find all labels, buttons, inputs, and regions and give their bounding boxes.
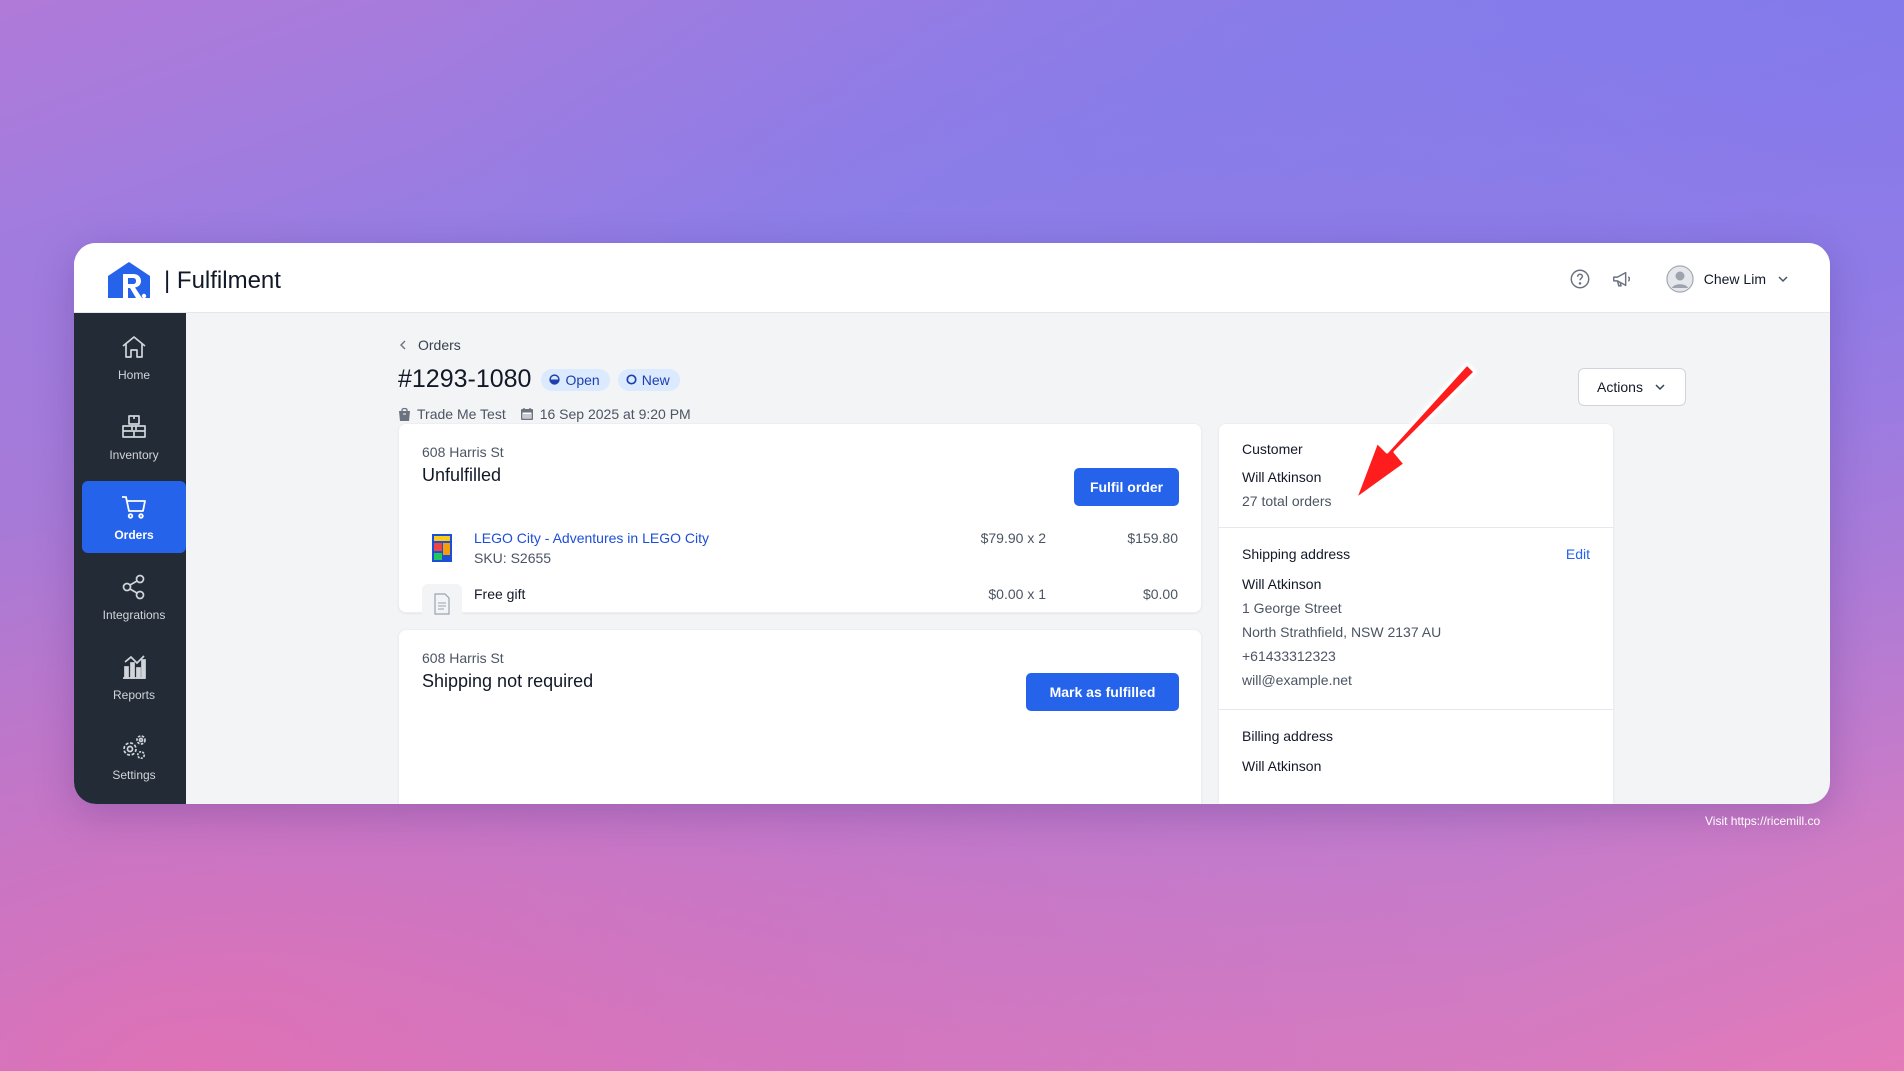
store-info: Trade Me Test xyxy=(398,406,506,422)
share-icon xyxy=(122,574,145,600)
sidebar-item-inventory[interactable]: Inventory xyxy=(82,401,186,473)
fulfil-order-button[interactable]: Fulfil order xyxy=(1074,468,1179,506)
shipping-name: Will Atkinson xyxy=(1242,576,1322,592)
avatar xyxy=(1665,265,1694,293)
section-title: Customer xyxy=(1242,441,1303,457)
customer-name[interactable]: Will Atkinson xyxy=(1242,469,1321,485)
shopping-bag-icon xyxy=(399,407,410,421)
sidebar-item-reports[interactable]: Reports xyxy=(82,641,186,713)
location-label: 608 Harris St xyxy=(422,650,504,666)
fulfilment-status: Unfulfilled xyxy=(422,465,502,485)
product-link[interactable]: LEGO City - Adventures in LEGO City xyxy=(474,530,709,546)
document-icon xyxy=(434,593,450,615)
status-badge-open: Open xyxy=(541,368,610,391)
chevron-down-icon xyxy=(1778,276,1788,283)
fulfilment-card-unfulfilled: 608 Harris St Unfulfilled Fulfil order L… xyxy=(398,423,1202,624)
status-badge-new: New xyxy=(617,368,680,391)
chevron-down-icon xyxy=(1655,384,1665,391)
customer-order-count: 27 total orders xyxy=(1242,493,1332,509)
mark-as-fulfilled-button[interactable]: Mark as fulfilled xyxy=(1026,673,1179,711)
breadcrumb-orders[interactable]: Orders xyxy=(418,337,461,353)
line-total: $0.00 xyxy=(1142,586,1178,602)
sidebar-item-integrations[interactable]: Integrations xyxy=(82,561,186,633)
sidebar-item-label: Reports xyxy=(112,688,156,702)
edit-shipping-link[interactable]: Edit xyxy=(1566,546,1590,562)
fulfilment-card-no-shipping: 608 Harris St Shipping not required Mark… xyxy=(398,629,1202,804)
breadcrumb[interactable]: Orders xyxy=(398,337,461,353)
section-title: Billing address xyxy=(1242,728,1334,744)
price-quantity: $79.90 x 2 xyxy=(980,530,1046,546)
sidebar-item-home[interactable]: Home xyxy=(82,321,186,393)
shipping-section: Shipping address Edit Will Atkinson 1 Ge… xyxy=(1219,528,1613,710)
sidebar-item-label: Orders xyxy=(114,528,154,542)
order-meta: Trade Me Test 16 Sep 2025 at 9:20 PM xyxy=(398,406,691,422)
help-icon[interactable] xyxy=(1568,267,1592,291)
sidebar-item-label: Inventory xyxy=(109,448,159,462)
order-header: #1293-1080 Open New xyxy=(398,365,680,394)
placeholder-thumbnail xyxy=(422,584,462,624)
billing-name: Will Atkinson xyxy=(1242,758,1322,774)
sidebar-item-orders[interactable]: Orders xyxy=(82,481,186,553)
main-content: Orders #1293-1080 Open New Trade Me Test… xyxy=(186,313,1830,804)
sidebar-item-label: Home xyxy=(117,368,150,382)
sidebar-item-settings[interactable]: Settings xyxy=(82,721,186,793)
home-icon xyxy=(122,336,146,358)
section-title: Shipping address xyxy=(1242,546,1351,562)
header-actions: Chew Lim xyxy=(1568,265,1790,293)
shipping-street: 1 George Street xyxy=(1242,600,1342,616)
billing-section: Billing address Will Atkinson xyxy=(1219,710,1613,804)
gears-icon xyxy=(123,735,146,760)
actions-button[interactable]: Actions xyxy=(1578,368,1686,406)
chevron-left-icon xyxy=(400,340,406,350)
line-total: $159.80 xyxy=(1127,530,1178,546)
sidebar-item-label: Integrations xyxy=(102,608,166,622)
brand-name: | Fulfilment xyxy=(164,267,281,294)
megaphone-icon[interactable] xyxy=(1610,267,1634,291)
inventory-icon xyxy=(122,415,146,438)
shipping-city: North Strathfield, NSW 2137 AU xyxy=(1242,624,1442,640)
product-thumbnail[interactable] xyxy=(422,528,462,568)
user-name: Chew Lim xyxy=(1703,271,1766,287)
location-label: 608 Harris St xyxy=(422,444,504,460)
half-circle-icon xyxy=(549,374,561,385)
sidebar: Home Inventory Orders Integrations Repor… xyxy=(74,313,186,804)
line-item: LEGO City - Adventures in LEGO City SKU:… xyxy=(422,528,1178,568)
cart-icon xyxy=(122,496,146,519)
sidebar-item-label: Settings xyxy=(112,768,156,782)
shipping-email[interactable]: will@example.net xyxy=(1242,672,1352,688)
shipping-phone: +61433312323 xyxy=(1242,648,1336,664)
top-bar: | Fulfilment Chew Lim xyxy=(74,243,1830,313)
product-sku: SKU: S2655 xyxy=(474,550,552,566)
calendar-icon xyxy=(520,408,533,420)
logo-icon xyxy=(108,262,150,299)
circle-icon xyxy=(626,374,637,385)
chart-icon xyxy=(123,655,146,679)
fulfilment-status: Shipping not required xyxy=(422,671,594,691)
footer-note: Visit https://ricemill.co xyxy=(1705,814,1821,828)
order-date: 16 Sep 2025 at 9:20 PM xyxy=(520,406,691,422)
app-window: | Fulfilment Chew Lim Home Inventory Ord… xyxy=(74,243,1830,804)
red-arrow-annotation xyxy=(1353,362,1477,502)
price-quantity: $0.00 x 1 xyxy=(988,586,1046,602)
product-name: Free gift xyxy=(474,586,526,602)
line-item: Free gift $0.00 x 1 $0.00 xyxy=(422,584,1178,624)
user-menu[interactable]: Chew Lim xyxy=(1665,265,1790,293)
page-title: #1293-1080 xyxy=(398,365,532,393)
